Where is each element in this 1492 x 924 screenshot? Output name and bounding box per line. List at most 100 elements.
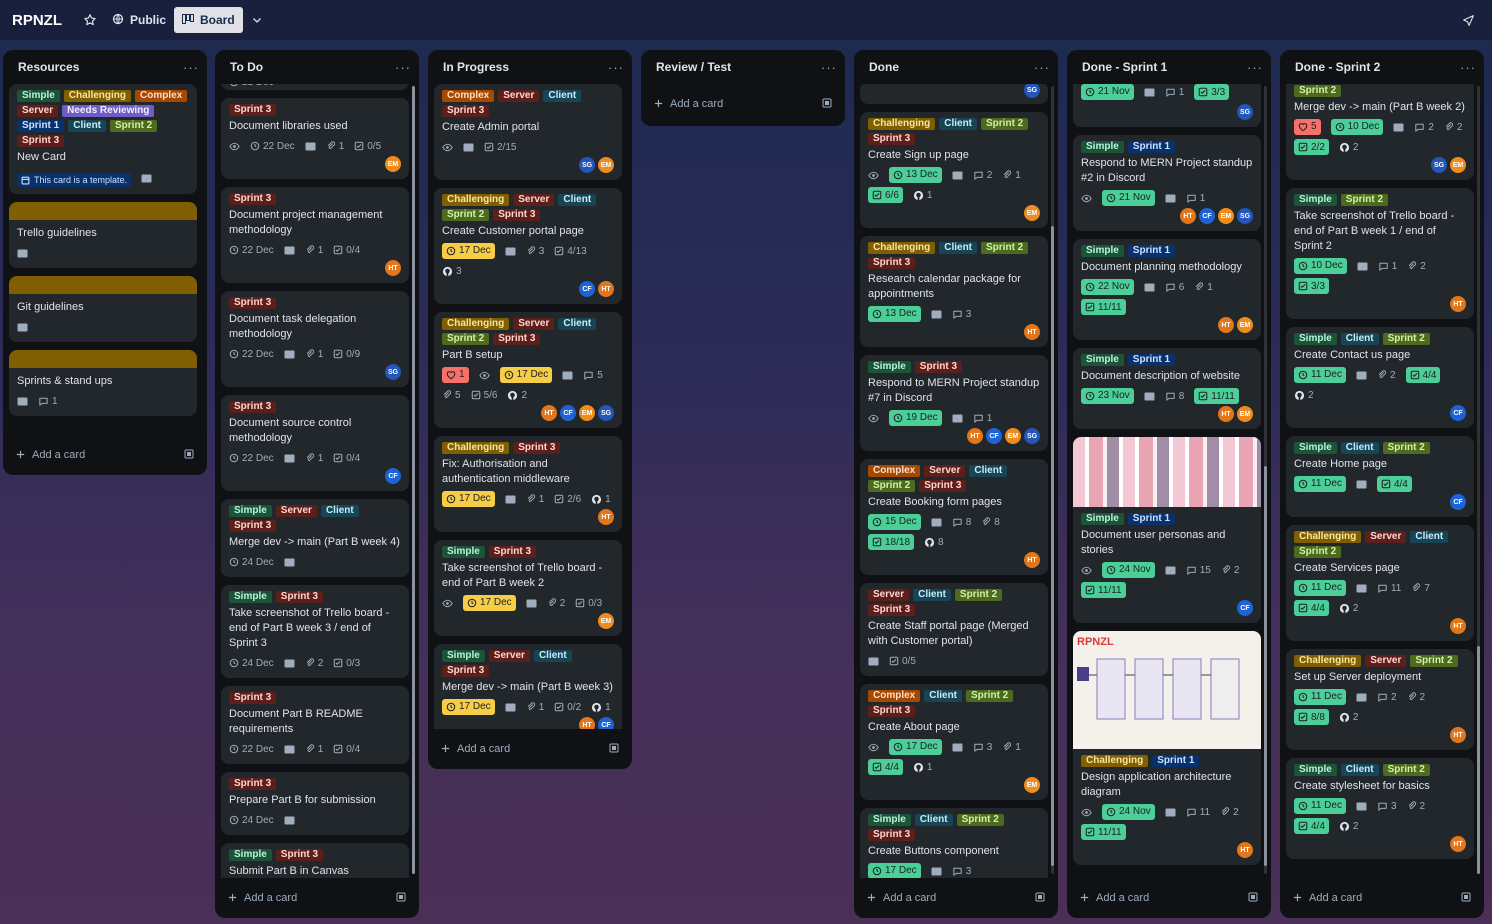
label-sprint3[interactable]: Sprint 3 bbox=[275, 849, 324, 861]
label-sprint2[interactable]: Sprint 2 bbox=[1294, 85, 1342, 97]
label-client[interactable]: Client bbox=[1340, 333, 1379, 345]
member-avatar[interactable]: HT bbox=[967, 428, 983, 444]
card[interactable]: Sprints & stand ups 1 bbox=[9, 350, 197, 416]
label-client[interactable]: Client bbox=[543, 90, 582, 102]
member-avatar[interactable]: CF bbox=[986, 428, 1002, 444]
label-challenging[interactable]: Challenging bbox=[442, 442, 510, 454]
card[interactable]: Sprint 3 Document libraries used 22 Dec 1 0/… bbox=[221, 98, 409, 179]
due-date-badge[interactable]: 17 Dec bbox=[442, 699, 495, 715]
label-client[interactable]: Client bbox=[924, 690, 963, 702]
label-sprint3[interactable]: Sprint 3 bbox=[868, 829, 916, 841]
member-avatar[interactable]: SG bbox=[598, 405, 614, 421]
due-date-badge[interactable]: 24 Dec bbox=[229, 812, 274, 828]
due-date-badge[interactable]: 11 Dec bbox=[1294, 798, 1346, 814]
label-sprint1[interactable]: Sprint 1 bbox=[1127, 141, 1176, 153]
card[interactable]: Challenging Server Client Sprint 2 Create Se… bbox=[1286, 525, 1474, 641]
visibility-button[interactable]: Public bbox=[104, 7, 174, 33]
due-date-badge[interactable]: 17 Dec bbox=[499, 367, 553, 383]
due-date-badge[interactable]: 13 Dec bbox=[889, 167, 942, 183]
add-card-button[interactable]: Add a card bbox=[15, 447, 85, 463]
label-sprint3[interactable]: Sprint 3 bbox=[229, 297, 277, 309]
card[interactable]: Challenging Server Client Sprint 2 Sprint 3 P… bbox=[434, 312, 622, 428]
card[interactable]: Challenging Client Sprint 2 Sprint 3 Create … bbox=[860, 112, 1048, 228]
label-simple[interactable]: Simple bbox=[442, 650, 485, 662]
label-challenging[interactable]: Challenging bbox=[868, 118, 936, 130]
member-avatar[interactable]: CF bbox=[1199, 208, 1215, 224]
label-sprint2[interactable]: Sprint 2 bbox=[1340, 194, 1389, 206]
label-client[interactable]: Client bbox=[939, 242, 978, 254]
due-date-badge[interactable]: 22 Dec bbox=[229, 346, 274, 362]
member-avatar[interactable]: EM bbox=[1237, 317, 1253, 333]
member-avatar[interactable]: SG bbox=[385, 364, 401, 380]
member-avatar[interactable]: HT bbox=[1218, 406, 1234, 422]
member-avatar[interactable]: HT bbox=[541, 405, 557, 421]
label-sprint1[interactable]: Sprint 1 bbox=[1152, 755, 1200, 767]
member-avatar[interactable]: SG bbox=[1024, 84, 1040, 98]
label-client[interactable]: Client bbox=[558, 318, 597, 330]
due-date-badge[interactable]: 17 Dec bbox=[868, 863, 921, 878]
member-avatar[interactable]: EM bbox=[1450, 157, 1466, 173]
label-sprint2[interactable]: Sprint 2 bbox=[981, 242, 1029, 254]
due-date-badge[interactable]: 17 Dec bbox=[442, 243, 495, 259]
card[interactable]: Sprint 3 Document task delegation methodo… bbox=[221, 291, 409, 387]
label-sprint1[interactable]: Sprint 1 bbox=[1127, 513, 1176, 525]
label-sprint3[interactable]: Sprint 3 bbox=[229, 401, 277, 413]
scrollbar-thumb[interactable] bbox=[1477, 646, 1480, 874]
member-avatar[interactable]: EM bbox=[1024, 205, 1040, 221]
scrollbar-thumb[interactable] bbox=[412, 86, 415, 874]
label-sprint2[interactable]: Sprint 2 bbox=[956, 814, 1004, 826]
member-avatar[interactable]: CF bbox=[385, 468, 401, 484]
label-sprint3[interactable]: Sprint 3 bbox=[493, 333, 541, 345]
label-client[interactable]: Client bbox=[1410, 531, 1449, 543]
list-scrollbar[interactable] bbox=[1264, 86, 1267, 874]
label-client[interactable]: Client bbox=[914, 814, 953, 826]
member-avatar[interactable]: HT bbox=[598, 281, 614, 297]
label-sprint3[interactable]: Sprint 3 bbox=[868, 705, 916, 717]
member-avatar[interactable]: HT bbox=[579, 717, 595, 729]
list-title[interactable]: Done - Sprint 2 bbox=[1295, 60, 1380, 74]
template-icon[interactable] bbox=[608, 742, 620, 757]
label-client[interactable]: Client bbox=[68, 120, 107, 132]
due-date-badge[interactable]: 21 Nov bbox=[1102, 190, 1155, 206]
template-icon[interactable] bbox=[183, 448, 195, 463]
list-menu-icon[interactable]: ··· bbox=[183, 60, 199, 75]
label-sprint3[interactable]: Sprint 3 bbox=[488, 546, 537, 558]
label-sprint3[interactable]: Sprint 3 bbox=[17, 135, 65, 147]
member-avatar[interactable]: HT bbox=[1450, 296, 1466, 312]
list-scrollbar[interactable] bbox=[1477, 86, 1480, 874]
card[interactable]: SimpleSprint 3Submit Part B in Canvas24 … bbox=[221, 843, 409, 878]
label-simple[interactable]: Simple bbox=[868, 361, 911, 373]
card[interactable]: Sprint 3 Document source control methodol… bbox=[221, 395, 409, 491]
card[interactable]: Server Client Sprint 2 Sprint 3 Create Staff… bbox=[860, 583, 1048, 676]
card[interactable]: Simple Client Sprint 2 Create stylesheet fo… bbox=[1286, 758, 1474, 859]
member-avatar[interactable]: EM bbox=[1218, 208, 1234, 224]
label-simple[interactable]: Simple bbox=[17, 90, 60, 102]
member-avatar[interactable]: CF bbox=[598, 717, 614, 729]
due-date-badge[interactable]: 24 Nov bbox=[1102, 562, 1155, 578]
label-sprint3[interactable]: Sprint 3 bbox=[493, 209, 541, 221]
card[interactable]: Sprint 3 Prepare Part B for submission 24 … bbox=[221, 772, 409, 835]
label-simple[interactable]: Simple bbox=[1294, 764, 1337, 776]
member-avatar[interactable]: HT bbox=[598, 509, 614, 525]
member-avatar[interactable]: EM bbox=[579, 405, 595, 421]
label-sprint3[interactable]: Sprint 3 bbox=[229, 520, 277, 532]
member-avatar[interactable]: SG bbox=[1431, 157, 1447, 173]
label-challenging[interactable]: Challenging bbox=[1294, 655, 1362, 667]
due-date-badge[interactable]: 17 Dec bbox=[442, 491, 495, 507]
label-sprint3[interactable]: Sprint 3 bbox=[868, 133, 916, 145]
card[interactable]: Simple Sprint 1 Document description of we… bbox=[1073, 348, 1261, 429]
label-server[interactable]: Server bbox=[868, 589, 910, 601]
label-sprint3[interactable]: Sprint 3 bbox=[229, 193, 277, 205]
label-simple[interactable]: Simple bbox=[1294, 333, 1337, 345]
due-date-badge[interactable]: 11 Dec bbox=[1294, 367, 1346, 383]
list-menu-icon[interactable]: ··· bbox=[821, 60, 837, 75]
list-title[interactable]: Done - Sprint 1 bbox=[1082, 60, 1167, 74]
label-simple[interactable]: Simple bbox=[1081, 141, 1124, 153]
label-challenging[interactable]: Challenging bbox=[442, 194, 510, 206]
list-title[interactable]: To Do bbox=[230, 60, 263, 74]
card[interactable]: Simple Sprint 3 Take screenshot of Trello … bbox=[221, 585, 409, 678]
label-simple[interactable]: Simple bbox=[1081, 513, 1124, 525]
label-server[interactable]: Server bbox=[275, 505, 317, 517]
label-sprint2[interactable]: Sprint 2 bbox=[1382, 764, 1430, 776]
list-menu-icon[interactable]: ··· bbox=[608, 60, 624, 75]
